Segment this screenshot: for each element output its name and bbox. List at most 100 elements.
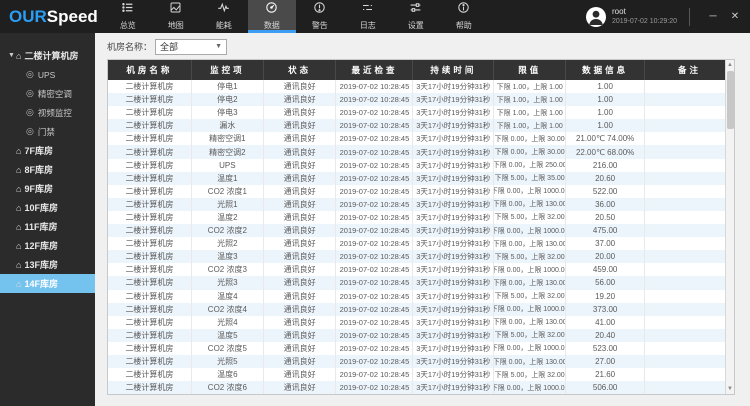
tab-data[interactable]: 数据 — [248, 0, 296, 33]
sidebar-item-label: 7F库房 — [24, 144, 53, 157]
monitor-point-icon: ◎ — [26, 107, 34, 118]
cell-remarks — [645, 145, 734, 158]
tab-settings[interactable]: 设置 — [392, 0, 440, 33]
cell-room: 二楼计算机房 — [108, 342, 192, 355]
cell-status: 通讯良好 — [264, 290, 337, 303]
sidebar-item-9f[interactable]: ⌂ 9F库房 — [0, 179, 95, 198]
cell-limits: 下限 0.00，上限 30.00 — [494, 132, 566, 145]
table-row[interactable]: 二楼计算机房 温度3 通讯良好 2019-07-02 10:28:45 3天17… — [108, 250, 734, 263]
table-row[interactable]: 二楼计算机房 漏水 通讯良好 2019-07-02 10:28:45 3天17小… — [108, 119, 734, 132]
cell-status: 通讯良好 — [264, 368, 337, 381]
cell-status: 通讯良好 — [264, 342, 337, 355]
cell-room: 二楼计算机房 — [108, 316, 192, 329]
scrollbar-thumb[interactable] — [727, 71, 734, 129]
table-row[interactable]: 二楼计算机房 精密空调1 通讯良好 2019-07-02 10:28:45 3天… — [108, 132, 734, 145]
cell-remarks — [645, 119, 734, 132]
table-row[interactable]: 二楼计算机房 CO2 浓度2 通讯良好 2019-07-02 10:28:45 … — [108, 224, 734, 237]
table-row[interactable]: 二楼计算机房 温度2 通讯良好 2019-07-02 10:28:45 3天17… — [108, 211, 734, 224]
monitor-point-icon: ◎ — [26, 126, 34, 137]
user-menu[interactable]: root 2019-07-02 10:29:20 — [586, 0, 677, 33]
tab-overview[interactable]: 总览 — [104, 0, 152, 33]
sidebar-item-12f[interactable]: ⌂ 12F库房 — [0, 236, 95, 255]
cell-status: 通讯良好 — [264, 263, 337, 276]
cell-last-check: 2019-07-02 10:28:45 — [336, 237, 413, 250]
cell-status: 通讯良好 — [264, 381, 337, 394]
cell-remarks — [645, 381, 734, 394]
cell-data-info: 20.40 — [566, 329, 645, 342]
minimize-button[interactable]: ─ — [702, 0, 724, 33]
cell-data-info: 1.00 — [566, 106, 645, 119]
cell-remarks — [645, 290, 734, 303]
sidebar-item-computer-room[interactable]: ▼ ⌂ 二楼计算机房 — [0, 46, 95, 65]
sidebar-item-access-control[interactable]: ◎ 门禁 — [0, 122, 95, 141]
table-row[interactable]: 二楼计算机房 光照1 通讯良好 2019-07-02 10:28:45 3天17… — [108, 198, 734, 211]
table-row[interactable]: 二楼计算机房 CO2 浓度3 通讯良好 2019-07-02 10:28:45 … — [108, 263, 734, 276]
column-header-data-info: 数据信息 — [566, 60, 645, 80]
cell-status: 通讯良好 — [264, 276, 337, 289]
sidebar-item-14f[interactable]: ⌂ 14F库房 — [0, 274, 95, 293]
cell-last-check: 2019-07-02 10:28:45 — [336, 276, 413, 289]
sidebar-item-video-monitor[interactable]: ◎ 视频监控 — [0, 103, 95, 122]
cell-last-check: 2019-07-02 10:28:45 — [336, 119, 413, 132]
cell-status: 通讯良好 — [264, 303, 337, 316]
cell-duration: 3天17小时19分钟31秒 — [413, 145, 494, 158]
scroll-up-icon[interactable]: ▲ — [727, 60, 733, 70]
table-row[interactable]: 二楼计算机房 停电2 通讯良好 2019-07-02 10:28:45 3天17… — [108, 93, 734, 106]
close-button[interactable]: ✕ — [724, 0, 746, 33]
sidebar-item-7f[interactable]: ⌂ 7F库房 — [0, 141, 95, 160]
cell-duration: 3天17小时19分钟31秒 — [413, 224, 494, 237]
cell-monitor-item: CO2 浓度4 — [192, 303, 264, 316]
cell-data-info: 522.00 — [566, 185, 645, 198]
cell-data-info: 475.00 — [566, 224, 645, 237]
table-row[interactable]: 二楼计算机房 停电3 通讯良好 2019-07-02 10:28:45 3天17… — [108, 106, 734, 119]
tab-help[interactable]: 帮助 — [440, 0, 488, 33]
tab-label: 帮助 — [456, 21, 472, 30]
table-row[interactable]: 二楼计算机房 光照2 通讯良好 2019-07-02 10:28:45 3天17… — [108, 237, 734, 250]
cell-last-check: 2019-07-02 10:28:45 — [336, 316, 413, 329]
sidebar-item-13f[interactable]: ⌂ 13F库房 — [0, 255, 95, 274]
cell-last-check: 2019-07-02 10:28:45 — [336, 80, 413, 93]
sidebar-item-precision-ac[interactable]: ◎ 精密空调 — [0, 84, 95, 103]
table-scrollbar[interactable]: ▲ ▼ — [725, 60, 734, 394]
room-filter-select[interactable]: 全部 ▼ — [155, 39, 227, 55]
cell-room: 二楼计算机房 — [108, 198, 192, 211]
table-row[interactable]: 二楼计算机房 停电1 通讯良好 2019-07-02 10:28:45 3天17… — [108, 80, 734, 93]
cell-data-info: 41.00 — [566, 316, 645, 329]
cell-status: 通讯良好 — [264, 159, 337, 172]
cell-status: 通讯良好 — [264, 119, 337, 132]
sidebar-item-ups[interactable]: ◎ UPS — [0, 65, 95, 84]
home-icon: ⌂ — [16, 241, 21, 251]
tab-logs[interactable]: 日志 — [344, 0, 392, 33]
cell-limits: 下限 0.00，上限 1000.00 — [494, 381, 566, 394]
cell-limits: 下限 0.00，上限 130.00 — [494, 198, 566, 211]
cell-last-check: 2019-07-02 10:28:45 — [336, 263, 413, 276]
tab-alerts[interactable]: 警告 — [296, 0, 344, 33]
table-row[interactable]: 二楼计算机房 UPS 通讯良好 2019-07-02 10:28:45 3天17… — [108, 159, 734, 172]
sidebar-item-10f[interactable]: ⌂ 10F库房 — [0, 198, 95, 217]
scroll-down-icon[interactable]: ▼ — [727, 384, 733, 394]
table-row[interactable]: 二楼计算机房 CO2 浓度5 通讯良好 2019-07-02 10:28:45 … — [108, 342, 734, 355]
tab-map[interactable]: 地图 — [152, 0, 200, 33]
tab-label: 能耗 — [216, 21, 232, 30]
tab-energy[interactable]: 能耗 — [200, 0, 248, 33]
table-row[interactable]: 二楼计算机房 CO2 浓度1 通讯良好 2019-07-02 10:28:45 … — [108, 185, 734, 198]
cell-last-check: 2019-07-02 10:28:45 — [336, 368, 413, 381]
table-row[interactable]: 二楼计算机房 精密空调2 通讯良好 2019-07-02 10:28:45 3天… — [108, 145, 734, 158]
table-row[interactable]: 二楼计算机房 温度5 通讯良好 2019-07-02 10:28:45 3天17… — [108, 329, 734, 342]
table-row[interactable]: 二楼计算机房 光照4 通讯良好 2019-07-02 10:28:45 3天17… — [108, 316, 734, 329]
table-row[interactable]: 二楼计算机房 CO2 浓度6 通讯良好 2019-07-02 10:28:45 … — [108, 381, 734, 394]
table-row[interactable]: 二楼计算机房 温度1 通讯良好 2019-07-02 10:28:45 3天17… — [108, 172, 734, 185]
cell-monitor-item: 光照1 — [192, 198, 264, 211]
sidebar-item-11f[interactable]: ⌂ 11F库房 — [0, 217, 95, 236]
home-icon: ⌂ — [16, 165, 21, 175]
cell-status: 通讯良好 — [264, 185, 337, 198]
cell-last-check: 2019-07-02 10:28:45 — [336, 381, 413, 394]
cell-last-check: 2019-07-02 10:28:45 — [336, 224, 413, 237]
table-row[interactable]: 二楼计算机房 温度6 通讯良好 2019-07-02 10:28:45 3天17… — [108, 368, 734, 381]
cell-limits: 下限 0.00，上限 1000.00 — [494, 342, 566, 355]
table-row[interactable]: 二楼计算机房 温度4 通讯良好 2019-07-02 10:28:45 3天17… — [108, 290, 734, 303]
sidebar-item-8f[interactable]: ⌂ 8F库房 — [0, 160, 95, 179]
table-row[interactable]: 二楼计算机房 CO2 浓度4 通讯良好 2019-07-02 10:28:45 … — [108, 303, 734, 316]
table-row[interactable]: 二楼计算机房 光照5 通讯良好 2019-07-02 10:28:45 3天17… — [108, 355, 734, 368]
table-row[interactable]: 二楼计算机房 光照3 通讯良好 2019-07-02 10:28:45 3天17… — [108, 276, 734, 289]
